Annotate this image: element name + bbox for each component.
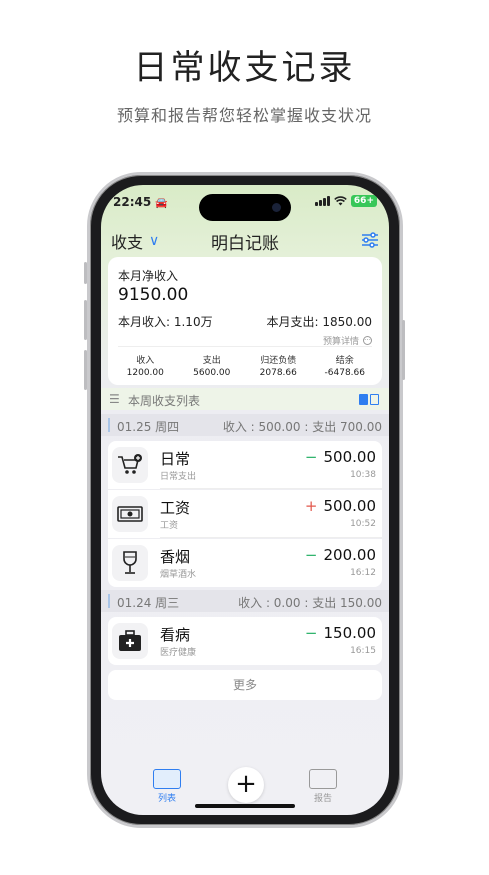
month-income: 本月收入: 1.10万: [118, 315, 213, 329]
hero-subtitle: 预算和报告帮您轻松掌握收支状况: [116, 106, 372, 125]
page-title: 明白记账: [211, 234, 279, 254]
item-amount: − 200.00: [304, 546, 376, 564]
stat-item: 结余 -6478.66: [324, 356, 365, 378]
day-date: 01.25 周四: [117, 420, 180, 434]
item-category: 工资: [160, 521, 179, 531]
list-tab-icon: [153, 769, 181, 789]
app-screen: 22:45 🚘 66+ 收支 ∨ 明白记账 本月净收入 9150.00 本月收入…: [101, 185, 389, 815]
item-category: 日常支出: [160, 472, 197, 482]
item-category: 医疗健康: [160, 648, 197, 658]
net-income-label: 本月净收入: [118, 269, 179, 283]
medical-kit-icon: [112, 623, 148, 659]
item-time: 16:12: [350, 568, 376, 578]
item-name: 工资: [160, 499, 191, 517]
side-button: [84, 350, 87, 390]
day-header: 01.24 周三 收入 : 0.00 : 支出 150.00: [101, 590, 389, 612]
net-income-value: 9150.00: [118, 285, 189, 305]
section-title: 本周收支列表: [128, 394, 201, 408]
item-time: 10:52: [350, 519, 376, 529]
hero-title: 日常收支记录: [133, 48, 356, 88]
item-category: 烟草酒水: [160, 570, 197, 580]
tab-report[interactable]: 报告: [303, 769, 343, 804]
side-button: [84, 262, 87, 284]
item-time: 16:15: [350, 646, 376, 656]
tab-list[interactable]: 列表: [147, 769, 187, 804]
item-name: 香烟: [160, 548, 191, 566]
day-header: 01.25 周四 收入 : 500.00 : 支出 700.00: [101, 414, 389, 436]
summary-card[interactable]: 本月净收入 9150.00 本月收入: 1.10万 本月支出: 1850.00 …: [108, 257, 382, 385]
status-bar: 22:45 🚘 66+: [101, 195, 389, 215]
list-item[interactable]: 工资 工资 + 500.00 10:52: [108, 490, 382, 538]
car-icon: 🚘: [155, 198, 168, 209]
nav-bar: 收支 ∨ 明白记账: [101, 227, 389, 257]
add-record-button[interactable]: +: [228, 767, 264, 803]
shopping-cart-icon: [112, 447, 148, 483]
more-button[interactable]: 更多: [108, 670, 382, 700]
wifi-icon: [334, 196, 347, 206]
stat-item: 收入 1200.00: [126, 356, 164, 378]
status-time: 22:45 🚘: [113, 195, 168, 209]
list-item[interactable]: 香烟 烟草酒水 − 200.00 16:12: [108, 539, 382, 587]
wine-glass-icon: [112, 545, 148, 581]
divider: [118, 346, 372, 347]
section-header: ☰ 本周收支列表: [101, 388, 389, 410]
more-circle-icon: ···: [363, 336, 372, 345]
side-button: [84, 300, 87, 340]
cash-icon: [112, 496, 148, 532]
budget-stats: 收入 1200.00 支出 5600.00 归还负债 2078.66 结余 -6…: [112, 353, 378, 378]
view-toggle-icon[interactable]: [359, 394, 379, 405]
day-summary: 收入 : 500.00 : 支出 700.00: [222, 420, 382, 434]
day-date: 01.24 周三: [117, 596, 180, 610]
list-item[interactable]: 日常 日常支出 − 500.00 10:38: [108, 441, 382, 489]
item-name: 日常: [160, 450, 191, 468]
sliders-icon[interactable]: [361, 231, 379, 249]
list-item[interactable]: 看病 医疗健康 − 150.00 16:15: [108, 617, 382, 665]
stat-item: 支出 5600.00: [193, 356, 231, 378]
item-amount: − 500.00: [304, 448, 376, 466]
item-name: 看病: [160, 626, 191, 644]
stat-item: 归还负债 2078.66: [259, 356, 297, 378]
report-tab-icon: [309, 769, 337, 789]
item-amount: − 150.00: [304, 624, 376, 642]
side-button: [402, 320, 405, 380]
battery-icon: 66+: [350, 195, 377, 207]
item-amount: + 500.00: [304, 497, 376, 515]
month-expense: 本月支出: 1850.00: [266, 315, 372, 329]
day-summary: 收入 : 0.00 : 支出 150.00: [238, 596, 382, 610]
list-icon: ☰: [109, 392, 120, 406]
item-time: 10:38: [350, 470, 376, 480]
signal-icon: [314, 196, 330, 206]
home-indicator: [195, 804, 295, 808]
